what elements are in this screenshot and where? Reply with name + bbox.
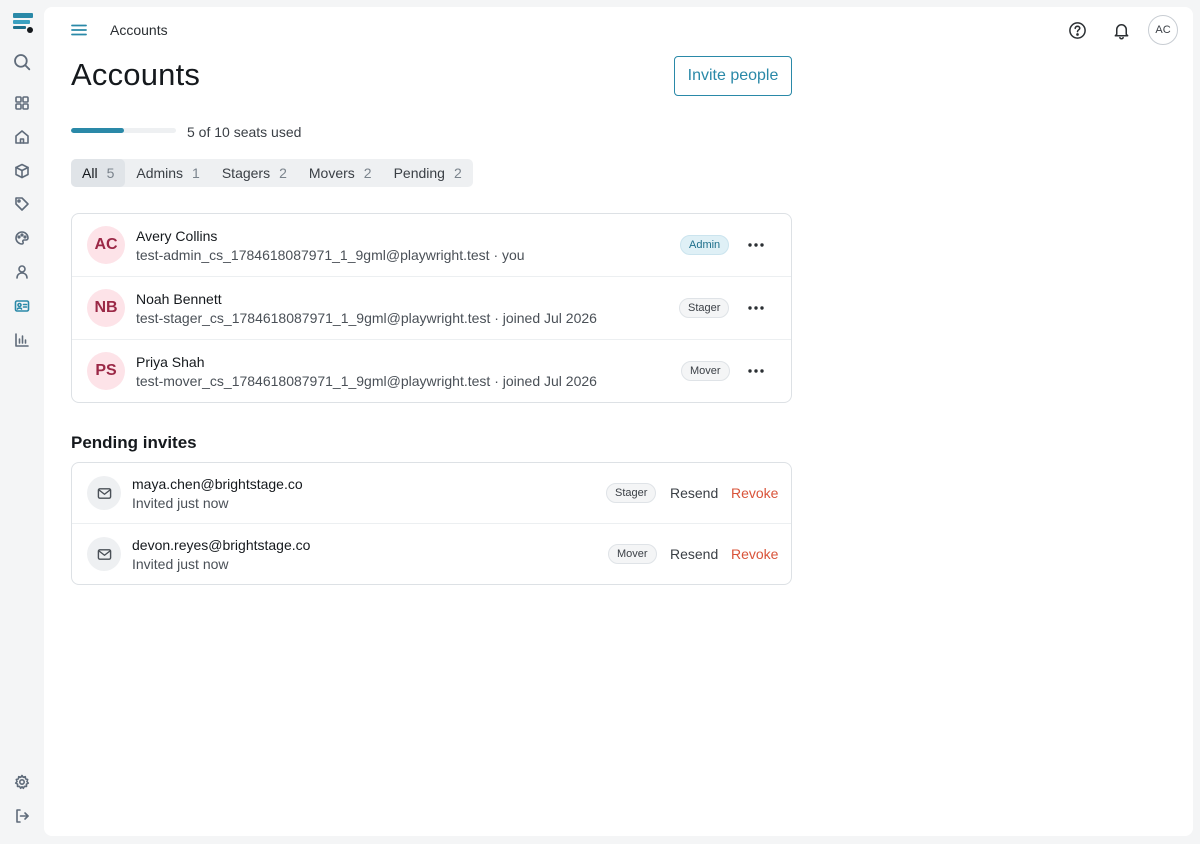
member-name: Avery Collins [136,228,218,244]
member-row: PS Priya Shah test-mover_cs_178461808797… [72,340,791,403]
menu-icon[interactable] [70,21,88,39]
more-actions-icon[interactable] [746,298,766,318]
filter-tab-label: Movers [308,165,355,181]
filter-tab-label: Admins [136,165,184,181]
members-list: AC Avery Collins test-admin_cs_178461808… [71,213,792,403]
member-row: NB Noah Bennett test-stager_cs_178461808… [72,277,791,340]
filter-tab-count: 1 [192,165,200,181]
filter-tab-pending[interactable]: Pending 2 [383,159,473,187]
filter-tab-label: Stagers [221,165,271,181]
invite-row: devon.reyes@brightstage.co Invited just … [72,524,791,585]
member-name: Priya Shah [136,354,205,370]
search-icon[interactable] [8,48,36,76]
id-card-icon[interactable] [8,292,36,320]
more-actions-icon[interactable] [746,235,766,255]
home-icon[interactable] [8,123,36,151]
help-icon[interactable] [1065,18,1089,42]
resend-button[interactable]: Resend [670,485,718,501]
seat-usage-fill [71,128,124,133]
invite-status: Invited just now [132,556,229,572]
pending-invites-title: Pending invites [71,433,197,452]
dashboard-icon[interactable] [8,89,36,117]
filter-tab-movers[interactable]: Movers 2 [298,159,383,187]
filter-tab-admins[interactable]: Admins 1 [125,159,210,187]
seat-usage-text: 5 of 10 seats used [187,124,302,140]
user-icon[interactable] [8,258,36,286]
tag-icon[interactable] [8,190,36,218]
filter-tab-label: All [82,165,98,181]
avatar: AC [87,226,125,264]
resend-button[interactable]: Resend [670,546,718,562]
filter-tab-count: 5 [106,165,115,181]
more-actions-icon[interactable] [746,361,766,381]
member-email: test-mover_cs_1784618087971_1_9gml@playw… [136,373,597,389]
avatar: NB [87,289,125,327]
revoke-button[interactable]: Revoke [731,485,778,501]
role-filter-tabs: All 5 Admins 1 Stagers 2 Movers 2 Pendin… [71,159,473,187]
seat-usage-bar [71,128,176,133]
sidebar [0,0,44,844]
invite-status: Invited just now [132,495,229,511]
member-name: Noah Bennett [136,291,222,307]
filter-tab-count: 2 [363,165,372,181]
member-email: test-admin_cs_1784618087971_1_9gml@playw… [136,247,525,263]
main-panel: Accounts AC Accounts Invite people 5 of … [44,7,1193,836]
bar-chart-icon[interactable] [8,326,36,354]
invite-email: maya.chen@brightstage.co [132,476,303,492]
role-badge: Stager [606,483,657,503]
avatar: PS [87,352,125,390]
member-row: AC Avery Collins test-admin_cs_178461808… [72,214,791,277]
logo-icon[interactable] [11,12,35,34]
mail-icon [87,537,121,571]
palette-icon[interactable] [8,224,36,252]
filter-tab-count: 2 [453,165,462,181]
role-badge: Admin [680,235,730,255]
filter-tab-all[interactable]: All 5 [71,159,126,187]
breadcrumb: Accounts [110,22,168,38]
filter-tab-count: 2 [279,165,287,181]
revoke-button[interactable]: Revoke [731,546,778,562]
invite-people-button[interactable]: Invite people [674,56,792,96]
invite-email: devon.reyes@brightstage.co [132,537,311,553]
filter-tab-label: Pending [393,165,445,181]
mail-icon [87,476,121,510]
pending-invites-list: maya.chen@brightstage.co Invited just no… [71,462,792,585]
role-badge: Stager [679,298,730,318]
box-icon[interactable] [8,157,36,185]
logout-icon[interactable] [8,802,36,830]
filter-tab-stagers[interactable]: Stagers 2 [211,159,298,187]
invite-row: maya.chen@brightstage.co Invited just no… [72,463,791,524]
bell-icon[interactable] [1109,18,1133,42]
role-badge: Mover [681,361,730,381]
settings-icon[interactable] [8,768,36,796]
user-avatar-button[interactable]: AC [1148,15,1178,45]
member-email: test-stager_cs_1784618087971_1_9gml@play… [136,310,597,326]
page-title: Accounts [71,57,201,92]
role-badge: Mover [608,544,657,564]
